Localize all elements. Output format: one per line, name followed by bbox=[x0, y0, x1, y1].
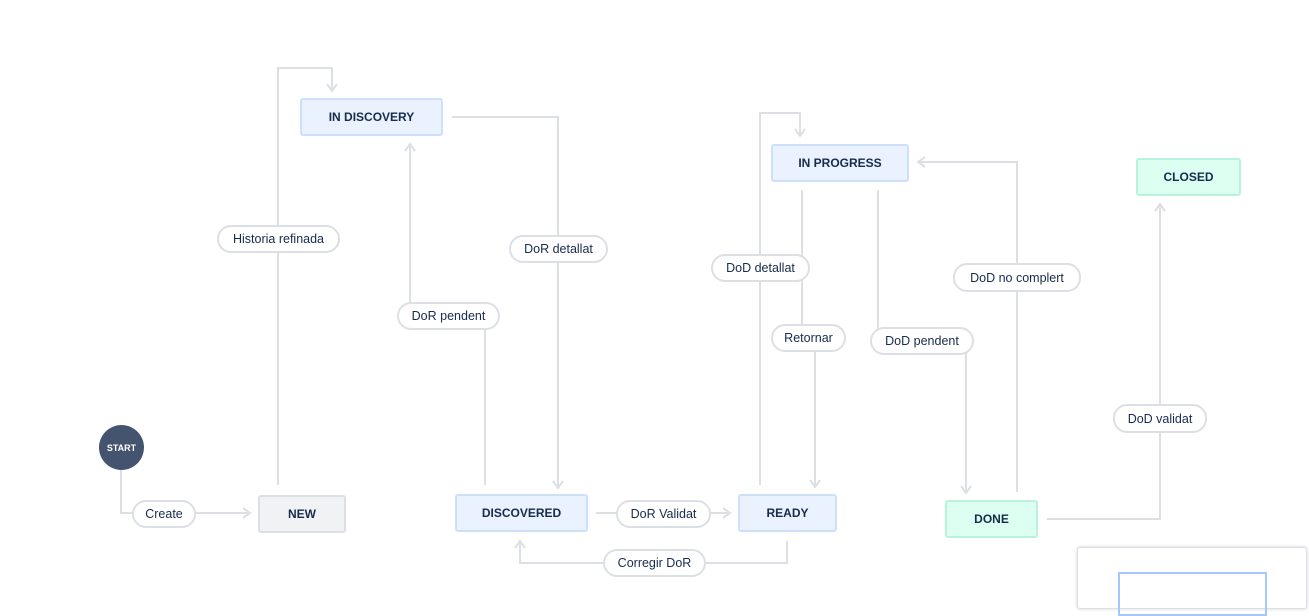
transition-dod-pendent[interactable]: DoD pendent bbox=[870, 327, 974, 355]
transition-dod-validat[interactable]: DoD validat bbox=[1113, 404, 1207, 433]
status-label: IN DISCOVERY bbox=[328, 110, 415, 124]
transition-label: Retornar bbox=[784, 331, 833, 345]
status-done[interactable]: DONE bbox=[945, 500, 1038, 538]
transition-dor-detallat[interactable]: DoR detallat bbox=[509, 235, 608, 263]
transition-historia-refinada[interactable]: Historia refinada bbox=[217, 225, 340, 253]
transition-dor-validat[interactable]: DoR Validat bbox=[616, 500, 711, 528]
transition-label: Create bbox=[145, 507, 183, 521]
status-ready[interactable]: READY bbox=[738, 494, 837, 532]
status-label: READY bbox=[766, 506, 809, 520]
start-node[interactable]: START bbox=[99, 425, 144, 470]
transition-label: DoD no complert bbox=[970, 270, 1064, 285]
status-new[interactable]: NEW bbox=[258, 495, 346, 533]
transition-label: DoD detallat bbox=[726, 261, 795, 275]
transition-corregir-dor[interactable]: Corregir DoR bbox=[603, 549, 706, 577]
transition-dor-pendent[interactable]: DoR pendent bbox=[397, 302, 500, 330]
transition-label: DoR detallat bbox=[524, 242, 593, 256]
transition-label: DoD validat bbox=[1127, 411, 1193, 426]
status-label: NEW bbox=[288, 507, 316, 521]
status-closed[interactable]: CLOSED bbox=[1136, 158, 1241, 196]
status-label: DISCOVERED bbox=[481, 506, 562, 520]
status-in-discovery[interactable]: IN DISCOVERY bbox=[300, 98, 443, 136]
transition-label: DoR Validat bbox=[630, 507, 697, 521]
transition-label: Corregir DoR bbox=[617, 556, 692, 570]
transition-retornar[interactable]: Retornar bbox=[771, 324, 846, 352]
transition-label: DoD pendent bbox=[885, 334, 959, 348]
status-label: DONE bbox=[974, 512, 1009, 526]
status-in-progress[interactable]: IN PROGRESS bbox=[771, 144, 909, 182]
transition-label: DoR pendent bbox=[411, 309, 486, 323]
transition-dod-detallat[interactable]: DoD detallat bbox=[711, 254, 810, 282]
transition-label: Historia refinada bbox=[232, 232, 324, 246]
minimap-panel[interactable] bbox=[1077, 547, 1307, 616]
status-label: IN PROGRESS bbox=[798, 156, 882, 170]
status-label: CLOSED bbox=[1163, 170, 1214, 184]
connector-dod-validat bbox=[1047, 202, 1166, 520]
transition-create[interactable]: Create bbox=[132, 500, 196, 528]
start-label: START bbox=[106, 442, 137, 453]
minimap-viewport[interactable] bbox=[1118, 572, 1267, 616]
status-discovered[interactable]: DISCOVERED bbox=[455, 494, 588, 532]
transition-dod-no-complert[interactable]: DoD no complert bbox=[953, 263, 1081, 292]
